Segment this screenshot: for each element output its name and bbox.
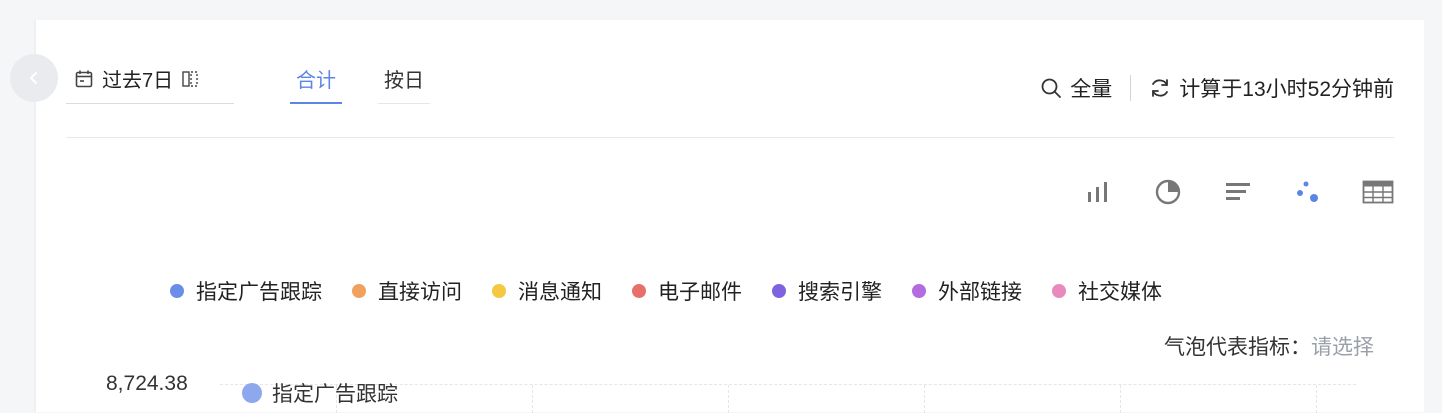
bar-chart-icon <box>1088 182 1107 202</box>
date-range-label: 过去7日 <box>102 70 174 92</box>
toolbar-divider <box>1130 75 1132 101</box>
refresh-status: 计算于13小时52分钟前 <box>1179 78 1394 101</box>
legend-dot <box>492 284 506 298</box>
legend-label: 外部链接 <box>938 281 1022 304</box>
legend-dot <box>772 284 786 298</box>
grid-line <box>1120 385 1121 413</box>
bubble-metric-select[interactable]: 请选择 <box>1311 331 1374 361</box>
tab-daily-label: 按日 <box>384 70 424 92</box>
calendar-compare-icon <box>182 70 198 87</box>
tab-daily[interactable]: 按日 <box>378 54 430 104</box>
grid-line <box>532 385 533 413</box>
legend-item[interactable]: 消息通知 <box>492 276 602 306</box>
legend-dot <box>1052 284 1066 298</box>
legend-label: 电子邮件 <box>658 281 742 304</box>
date-range-picker[interactable]: 过去7日 <box>66 54 234 104</box>
series-tag-label: 指定广告跟踪 <box>272 383 398 406</box>
legend-dot <box>912 284 926 298</box>
chart-type-pie[interactable] <box>1152 176 1184 208</box>
legend-label: 指定广告跟踪 <box>196 281 322 304</box>
tab-total-label: 合计 <box>296 69 336 92</box>
grid-line <box>924 385 925 413</box>
refresh-icon <box>1152 79 1169 97</box>
chart-legend: 指定广告跟踪 直接访问 消息通知 电子邮件 搜索引擎 外部链接 社交媒体 <box>170 276 1162 306</box>
collapse-sidebar-button[interactable] <box>10 54 58 102</box>
bubble-metric-label: 气泡代表指标： <box>1164 336 1311 359</box>
legend-label: 搜索引擎 <box>798 281 882 304</box>
legend-label: 消息通知 <box>518 281 602 304</box>
toolbar: 全量 计算于13小时52分钟前 <box>1040 70 1394 106</box>
header-divider <box>66 137 1394 138</box>
grid-line <box>1316 385 1317 413</box>
series-tag: 指定广告跟踪 <box>242 378 398 408</box>
grid-line <box>728 385 729 413</box>
table-icon <box>1362 180 1394 204</box>
legend-item[interactable]: 指定广告跟踪 <box>170 276 322 306</box>
legend-dot <box>632 284 646 298</box>
scope-label: 全量 <box>1070 78 1113 101</box>
bar-list-icon <box>1226 183 1250 200</box>
legend-item[interactable]: 外部链接 <box>912 276 1022 306</box>
bubble-metric-selector: 气泡代表指标： 请选择 <box>1164 331 1374 361</box>
scope-selector[interactable]: 全量 <box>1040 73 1112 103</box>
y-axis-tick-label: 8,724.38 <box>106 372 188 395</box>
legend-dot <box>352 284 366 298</box>
legend-item[interactable]: 搜索引擎 <box>772 276 882 306</box>
tab-total[interactable]: 合计 <box>290 54 342 104</box>
search-icon <box>1041 78 1062 98</box>
legend-item[interactable]: 电子邮件 <box>632 276 742 306</box>
refresh-button[interactable]: 计算于13小时52分钟前 <box>1149 73 1394 103</box>
chart-type-bar-list[interactable] <box>1222 176 1254 208</box>
legend-label: 社交媒体 <box>1078 281 1162 304</box>
pie-chart-icon <box>1155 179 1181 205</box>
chart-type-bubble[interactable] <box>1292 176 1324 208</box>
legend-dot <box>170 284 184 298</box>
series-dot <box>242 383 262 403</box>
legend-item[interactable]: 社交媒体 <box>1052 276 1162 306</box>
chart-type-switcher <box>1082 176 1394 208</box>
chart-type-bar[interactable] <box>1082 176 1114 208</box>
bubble-chart-icon <box>1297 181 1318 202</box>
legend-item[interactable]: 直接访问 <box>352 276 462 306</box>
chevron-left-icon <box>30 72 37 84</box>
chart-type-table[interactable] <box>1362 176 1394 208</box>
legend-label: 直接访问 <box>378 281 462 304</box>
calendar-icon <box>75 70 93 87</box>
